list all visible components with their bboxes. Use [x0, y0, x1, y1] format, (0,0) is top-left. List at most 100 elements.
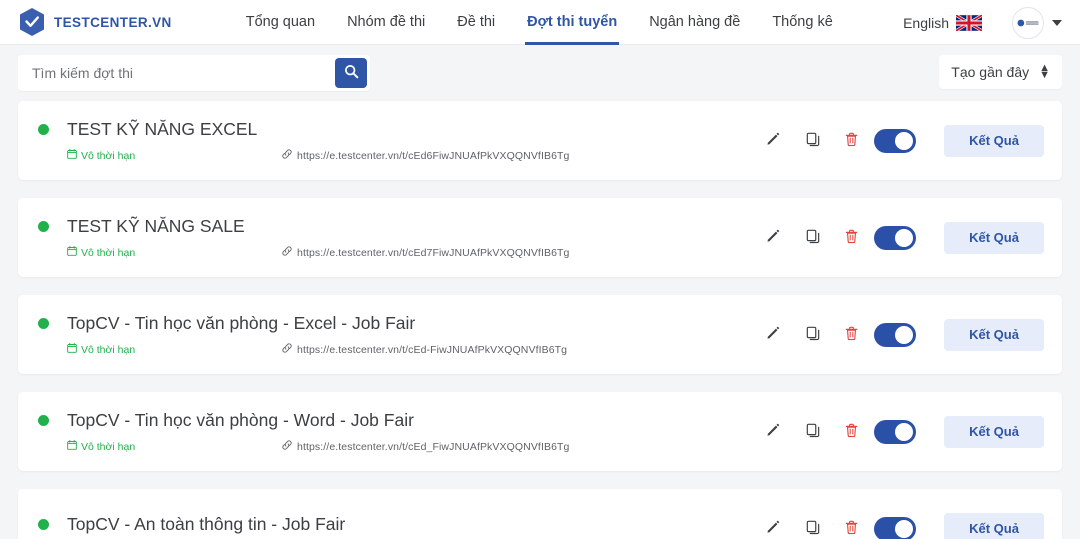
link-icon [282, 343, 292, 356]
card-content: TopCV - Tin học văn phòng - Excel - Job … [18, 313, 756, 356]
card-title: TopCV - Tin học văn phòng - Excel - Job … [67, 313, 416, 333]
result-button[interactable]: Kết Quả [944, 512, 1044, 539]
nav-item-de-thi[interactable]: Đề thi [441, 0, 511, 45]
status-badge [38, 221, 49, 232]
delete-button[interactable] [834, 318, 868, 352]
brand-logo[interactable]: TESTCENTER.VN [18, 7, 172, 37]
nav-item-tong-quan[interactable]: Tổng quan [230, 0, 331, 45]
copy-icon [806, 423, 821, 441]
card-link[interactable]: https://e.testcenter.vn/t/cEd6FiwJNUAfPk… [282, 149, 569, 162]
result-button[interactable]: Kết Quả [944, 124, 1044, 157]
card-duration: Vô thời hạn [67, 343, 282, 356]
result-button[interactable]: Kết Quả [944, 221, 1044, 254]
card-link[interactable]: https://e.testcenter.vn/t/cEd-FiwJNUAfPk… [282, 343, 567, 356]
duplicate-button[interactable] [796, 318, 830, 352]
edit-button[interactable] [756, 124, 790, 158]
card-link[interactable]: https://e.testcenter.vn/t/cEd7FiwJNUAfPk… [282, 246, 569, 259]
trash-icon [844, 132, 859, 150]
nav-item-ngan-hang-de[interactable]: Ngân hàng đề [633, 0, 756, 45]
delete-button[interactable] [834, 415, 868, 449]
card-duration: Vô thời hạn [67, 149, 282, 162]
trash-icon [844, 423, 859, 441]
delete-button[interactable] [834, 221, 868, 255]
card-actions: Kết Quả [756, 124, 1062, 158]
nav-item-thong-ke[interactable]: Thống kê [756, 0, 848, 45]
brand-name: TESTCENTER.VN [54, 14, 172, 30]
toggle-knob [895, 519, 913, 538]
trash-icon [844, 520, 859, 538]
pencil-icon [766, 326, 781, 344]
chevron-down-icon [1052, 19, 1062, 26]
header-right-controls: English [903, 0, 1062, 45]
card-link-label: https://e.testcenter.vn/t/cEd6FiwJNUAfPk… [297, 149, 570, 162]
edit-button[interactable] [756, 415, 790, 449]
toggle-knob [895, 422, 913, 441]
result-button[interactable]: Kết Quả [944, 318, 1044, 351]
card-title: TopCV - An toàn thông tin - Job Fair [67, 513, 346, 534]
delete-button[interactable] [834, 124, 868, 158]
edit-button[interactable] [756, 221, 790, 255]
language-switcher[interactable]: English [903, 14, 982, 31]
card-duration-label: Vô thời hạn [81, 149, 136, 162]
card-link[interactable]: https://e.testcenter.vn/t/cEd_FiwJNUAfPk… [282, 440, 569, 453]
duplicate-button[interactable] [796, 512, 830, 539]
copy-icon [806, 132, 821, 150]
user-menu[interactable] [1012, 6, 1062, 39]
exam-session-card[interactable]: TEST KỸ NĂNG SALE Vô thời hạn https://e.… [18, 198, 1062, 277]
pencil-icon [766, 132, 781, 150]
card-duration-label: Vô thời hạn [81, 246, 136, 259]
card-link-label: https://e.testcenter.vn/t/cEd_FiwJNUAfPk… [297, 440, 570, 453]
card-content: TopCV - Tin học văn phòng - Word - Job F… [18, 410, 756, 453]
search-button[interactable] [335, 58, 367, 88]
pencil-icon [766, 423, 781, 441]
duplicate-button[interactable] [796, 415, 830, 449]
status-badge [38, 318, 49, 329]
edit-button[interactable] [756, 512, 790, 539]
search-input[interactable] [18, 65, 335, 81]
toggle-knob [895, 131, 913, 150]
result-button[interactable]: Kết Quả [944, 415, 1044, 448]
main-nav: Tổng quan Nhóm đề thi Đề thi Đợt thi tuy… [230, 0, 849, 45]
copy-icon [806, 229, 821, 247]
card-content: TEST KỸ NĂNG SALE Vô thời hạn https://e.… [18, 216, 756, 259]
delete-button[interactable] [834, 512, 868, 539]
nav-item-dot-thi-tuyen[interactable]: Đợt thi tuyển [511, 0, 633, 45]
uk-flag-icon [949, 14, 982, 31]
search-box [18, 55, 370, 91]
edit-button[interactable] [756, 318, 790, 352]
card-content: TEST KỸ NĂNG EXCEL Vô thời hạn https://e… [18, 119, 756, 162]
user-avatar-icon [1012, 6, 1044, 39]
trash-icon [844, 326, 859, 344]
duplicate-button[interactable] [796, 124, 830, 158]
status-badge [38, 415, 49, 426]
activate-toggle[interactable] [874, 128, 916, 153]
toggle-knob [895, 325, 913, 344]
copy-icon [806, 520, 821, 538]
activate-toggle[interactable] [874, 225, 916, 250]
activate-toggle[interactable] [874, 419, 916, 444]
sort-dropdown[interactable]: Tạo gần đây ▲ ▼ [939, 55, 1062, 89]
exam-session-card[interactable]: TEST KỸ NĂNG EXCEL Vô thời hạn https://e… [18, 101, 1062, 180]
calendar-icon [67, 343, 77, 356]
card-actions: Kết Quả [756, 221, 1062, 255]
exam-session-card[interactable]: TopCV - Tin học văn phòng - Word - Job F… [18, 392, 1062, 471]
nav-item-nhom-de-thi[interactable]: Nhóm đề thi [331, 0, 441, 45]
card-content: TopCV - An toàn thông tin - Job Fair [18, 514, 756, 539]
exam-session-card[interactable]: TopCV - Tin học văn phòng - Excel - Job … [18, 295, 1062, 374]
card-duration: Vô thời hạn [67, 440, 282, 453]
card-title: TEST KỸ NĂNG SALE [67, 216, 245, 236]
activate-toggle[interactable] [874, 322, 916, 347]
card-actions: Kết Quả [756, 512, 1062, 539]
activate-toggle[interactable] [874, 516, 916, 539]
card-actions: Kết Quả [756, 318, 1062, 352]
exam-session-card[interactable]: TopCV - An toàn thông tin - Job Fair Kết… [18, 489, 1062, 539]
search-icon [344, 64, 359, 82]
toggle-knob [895, 228, 913, 247]
language-label: English [903, 14, 949, 31]
status-badge [38, 518, 49, 530]
card-title: TopCV - Tin học văn phòng - Word - Job F… [67, 410, 414, 430]
duplicate-button[interactable] [796, 221, 830, 255]
card-actions: Kết Quả [756, 415, 1062, 449]
status-badge [38, 124, 49, 135]
sort-updown-icon: ▲ ▼ [1039, 62, 1050, 81]
